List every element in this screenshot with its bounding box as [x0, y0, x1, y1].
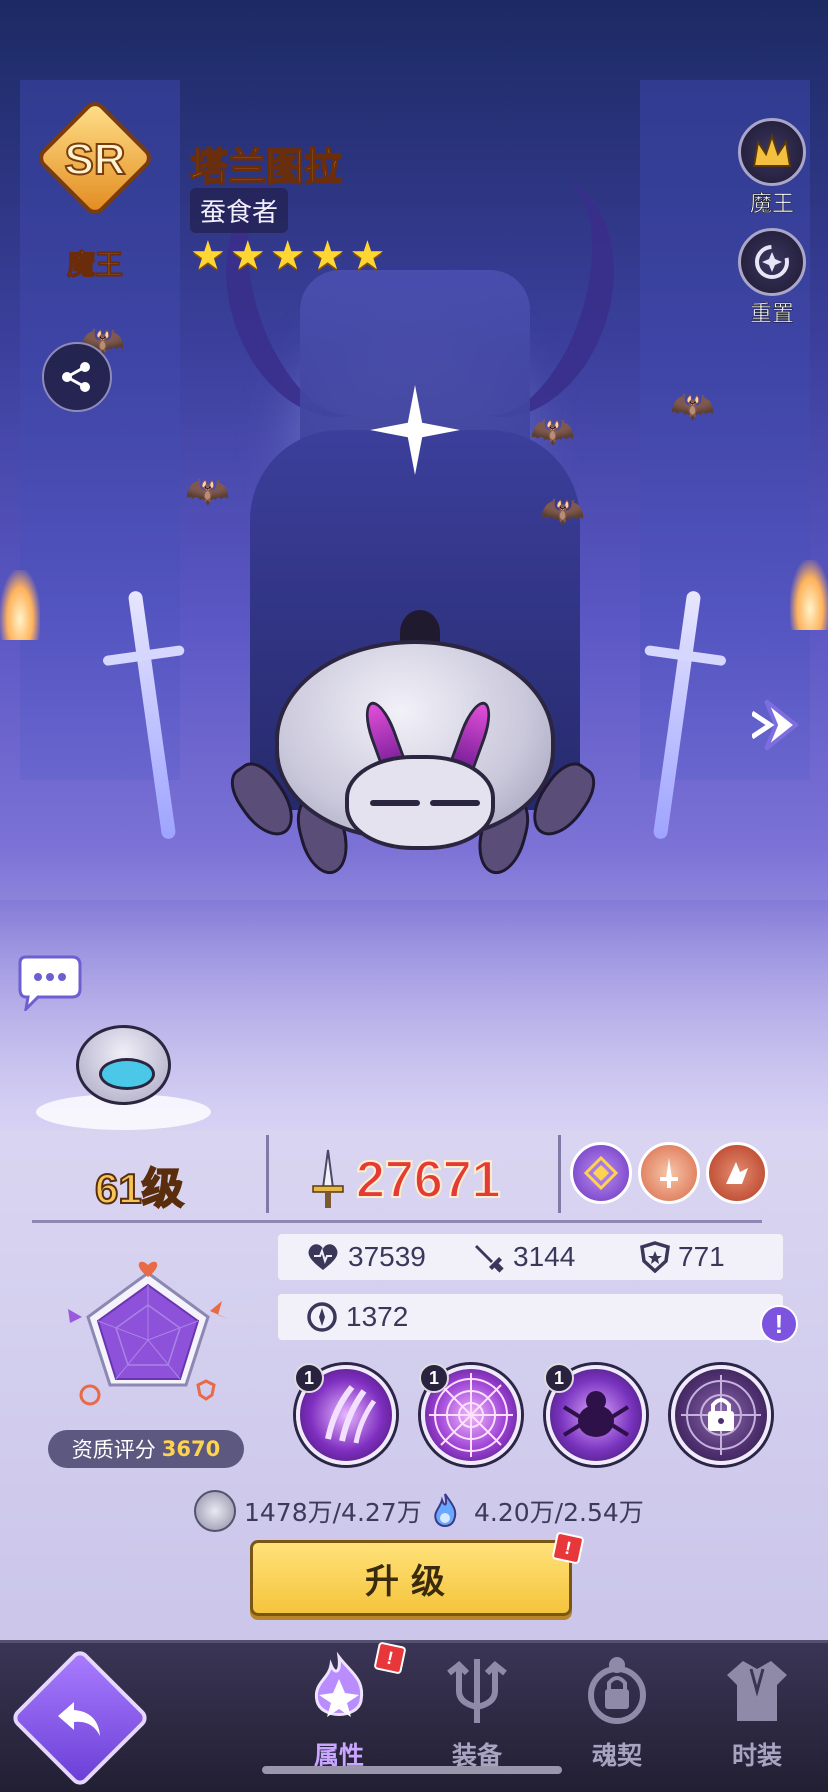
speed-icon [79, 1384, 101, 1406]
skill-slot-3[interactable]: 1 [544, 1363, 646, 1465]
hero-character-model[interactable] [221, 610, 605, 920]
attack-icon [210, 1301, 228, 1319]
attack-value: 3144 [513, 1241, 576, 1272]
hero-title: 蚕食者 [190, 188, 289, 233]
demon-king-crest-icon [738, 118, 806, 186]
combat-power-value: 27671 [355, 1150, 502, 1210]
attribute-radar-chart [68, 1261, 228, 1406]
soul-cost: 4.20万/2.54万 [424, 1490, 644, 1532]
speed-stat: 1372 [306, 1301, 408, 1333]
monster-eye [430, 800, 480, 806]
bat-decoration: 🦇 [530, 411, 575, 452]
soul-flame-icon [434, 1493, 457, 1527]
star-icon: ★ [349, 233, 386, 279]
monster-eye [370, 800, 420, 806]
upgrade-alert-icon: ! [551, 1531, 585, 1565]
stat-info-button[interactable]: ! [760, 1305, 798, 1343]
reset-button[interactable]: 重置 [736, 228, 808, 328]
bat-decoration: 🦇 [185, 471, 230, 512]
shatter-emblem-icon[interactable] [706, 1142, 768, 1204]
star-icon: ★ [269, 233, 306, 279]
star-icon: ★ [190, 233, 226, 279]
hp-stat: 37539 [306, 1241, 426, 1273]
shield-icon [640, 1241, 670, 1273]
torch-flame [0, 570, 40, 640]
gold-cost-value: 1478万/4.27万 [244, 1498, 422, 1527]
speed-value: 1372 [346, 1301, 409, 1332]
next-hero-arrow-icon[interactable] [752, 695, 812, 755]
attributes-alert-icon: ! [373, 1641, 407, 1675]
home-indicator[interactable] [262, 1766, 562, 1774]
chat-bubble-icon[interactable] [14, 955, 84, 1011]
sword-emblem-icon[interactable] [638, 1142, 700, 1204]
divider [32, 1220, 762, 1223]
torch-flame [790, 560, 828, 630]
divider [266, 1135, 269, 1213]
skill-slot-2[interactable]: 1 [419, 1363, 521, 1465]
magic-icon [68, 1309, 82, 1323]
sword-power-icon [312, 1149, 344, 1208]
hero-name: 塔兰图拉 [189, 144, 343, 190]
back-arrow-icon [58, 1702, 100, 1736]
element-diamond-icon[interactable] [570, 1142, 632, 1204]
upgrade-button[interactable]: 升级 [250, 1540, 572, 1616]
tab-soul-pact-label: 魂契 [591, 1741, 642, 1770]
demon-king-button[interactable]: 魔王 [736, 118, 808, 218]
hero-level: 61级 [94, 1164, 185, 1213]
soul-pact-icon [562, 1646, 672, 1736]
attack-stat: 3144 [473, 1241, 575, 1273]
star-icon: ★ [309, 233, 346, 279]
quality-value: 3670 [161, 1437, 221, 1461]
bat-decoration: 🦇 [540, 491, 585, 532]
coin-icon [194, 1490, 236, 1532]
defense-icon [196, 1379, 216, 1401]
star-icon: ★ [229, 233, 266, 279]
attack-sword-icon [475, 1245, 504, 1273]
locked-web-skill-icon [681, 1375, 761, 1455]
upgrade-label: 升级 [365, 1561, 457, 1602]
defense-value: 771 [678, 1241, 725, 1272]
rarity-badge: SR 魔王 [30, 97, 156, 282]
thumbnail-monster [76, 1025, 171, 1105]
heart-icon [308, 1244, 338, 1270]
skill-slot-4-locked[interactable] [671, 1365, 771, 1465]
reset-label: 重置 [749, 302, 795, 328]
skill-level-badge: 1 [419, 1363, 449, 1393]
divider [558, 1135, 561, 1213]
soul-cost-value: 4.20万/2.54万 [474, 1498, 644, 1527]
sparkle-star-icon [370, 385, 460, 475]
star-rating: ★ ★ ★ ★ ★ [190, 236, 385, 276]
share-icon [62, 362, 90, 392]
demon-king-label: 魔王 [749, 192, 795, 218]
tab-costume[interactable]: 时装 [702, 1646, 812, 1772]
gold-cost: 1478万/4.27万 [194, 1490, 422, 1532]
quality-label: 资质评分 [71, 1438, 156, 1462]
hp-value: 37539 [348, 1241, 426, 1272]
stat-row-secondary: 1372 [278, 1294, 783, 1340]
speed-compass-icon [307, 1302, 337, 1332]
combat-power: 27671 [308, 1148, 502, 1212]
tab-soul-pact[interactable]: 魂契 [562, 1646, 672, 1772]
role-label: 魔王 [66, 248, 123, 282]
stat-row-primary: 37539 3144 771 [278, 1234, 783, 1280]
skill-level-badge: 1 [544, 1363, 574, 1393]
skill-level-badge: 1 [294, 1363, 324, 1393]
hp-heart-icon [138, 1261, 158, 1277]
quality-score: 资质评分 3670 [48, 1430, 244, 1468]
hero-thumbnail[interactable] [36, 1010, 211, 1130]
tab-equipment[interactable]: 装备 [422, 1646, 532, 1772]
bat-decoration: 🦇 [670, 386, 715, 427]
skill-slot-1[interactable]: 1 [294, 1363, 396, 1465]
reset-icon [738, 228, 806, 296]
costume-icon [702, 1646, 812, 1736]
share-button[interactable] [42, 342, 112, 412]
tab-costume-label: 时装 [731, 1741, 782, 1770]
defense-stat: 771 [640, 1241, 725, 1273]
equipment-icon [422, 1646, 532, 1736]
rarity-label: SR [63, 134, 126, 185]
